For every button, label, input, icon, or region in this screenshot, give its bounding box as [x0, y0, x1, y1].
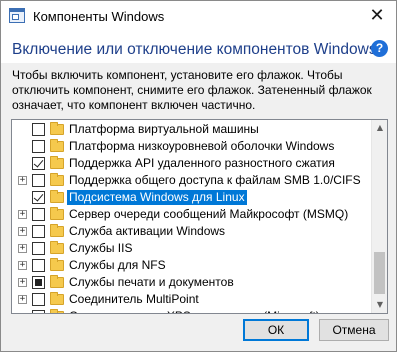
feature-row[interactable]: Средство записи XPS-документов (Microsof… — [12, 308, 373, 313]
expand-icon[interactable]: + — [18, 176, 27, 185]
folder-icon — [50, 156, 64, 169]
feature-row[interactable]: + Службы IIS — [12, 240, 373, 257]
scroll-up-icon[interactable]: ▲ — [372, 120, 387, 136]
feature-checkbox[interactable] — [32, 276, 45, 289]
folder-icon — [50, 190, 64, 203]
folder-icon — [50, 139, 64, 152]
windows-features-icon — [9, 8, 25, 23]
feature-checkbox[interactable] — [32, 225, 45, 238]
expand-icon[interactable]: + — [18, 227, 27, 236]
feature-row[interactable]: Платформа виртуальной машины — [12, 121, 373, 138]
close-icon[interactable]: ✕ — [366, 5, 388, 27]
expand-icon[interactable]: + — [18, 278, 27, 287]
help-icon[interactable]: ? — [371, 40, 388, 57]
dialog-heading: Включение или отключение компонентов Win… — [12, 41, 377, 58]
feature-label: Службы IIS — [69, 241, 133, 255]
feature-row[interactable]: + Службы для NFS — [12, 257, 373, 274]
feature-label: Служба активации Windows — [69, 224, 226, 238]
window-title: Компоненты Windows — [33, 9, 165, 24]
feature-checkbox[interactable] — [32, 157, 45, 170]
cancel-button[interactable]: Отмена — [319, 319, 389, 341]
folder-icon — [50, 173, 64, 186]
feature-label: Сервер очереди сообщений Майкрософт (MSM… — [69, 207, 349, 221]
feature-row[interactable]: + Сервер очереди сообщений Майкрософт (MS… — [12, 206, 373, 223]
vertical-scrollbar[interactable]: ▲ ▼ — [371, 120, 387, 313]
scroll-down-icon[interactable]: ▼ — [372, 297, 387, 313]
feature-label: Соединитель MultiPoint — [69, 292, 199, 306]
feature-row[interactable]: + Служба активации Windows — [12, 223, 373, 240]
folder-icon — [50, 292, 64, 305]
feature-checkbox[interactable] — [32, 174, 45, 187]
feature-row[interactable]: Поддержка API удаленного разностного сжа… — [12, 155, 373, 172]
feature-row[interactable]: Подсистема Windows для Linux — [12, 189, 373, 206]
folder-icon — [50, 258, 64, 271]
feature-label: Платформа низкоуровневой оболочки Window… — [69, 139, 335, 153]
folder-icon — [50, 207, 64, 220]
folder-icon — [50, 122, 64, 135]
feature-checkbox[interactable] — [32, 242, 45, 255]
dialog-header: Включение или отключение компонентов Win… — [1, 31, 396, 63]
feature-label: Подсистема Windows для Linux — [67, 190, 247, 205]
feature-checkbox[interactable] — [32, 259, 45, 272]
feature-checkbox[interactable] — [32, 293, 45, 306]
feature-checkbox[interactable] — [32, 140, 45, 153]
feature-row[interactable]: + Поддержка общего доступа к файлам SMB 1… — [12, 172, 373, 189]
folder-icon — [50, 224, 64, 237]
expand-icon[interactable]: + — [18, 210, 27, 219]
folder-icon — [50, 241, 64, 254]
instructions-text: Чтобы включить компонент, установите его… — [12, 68, 372, 112]
expand-icon[interactable]: + — [18, 244, 27, 253]
feature-checkbox[interactable] — [32, 191, 45, 204]
feature-row[interactable]: Платформа низкоуровневой оболочки Window… — [12, 138, 373, 155]
feature-label: Платформа виртуальной машины — [69, 122, 259, 136]
windows-features-dialog: Компоненты Windows ✕ Включение или отклю… — [0, 0, 397, 352]
feature-checkbox[interactable] — [32, 123, 45, 136]
feature-checkbox[interactable] — [32, 208, 45, 221]
feature-label: Службы печати и документов — [69, 275, 234, 289]
ok-button[interactable]: ОК — [243, 319, 309, 341]
expand-icon[interactable]: + — [18, 295, 27, 304]
expand-icon[interactable]: + — [18, 261, 27, 270]
folder-icon — [50, 309, 64, 313]
feature-label: Поддержка API удаленного разностного сжа… — [69, 156, 335, 170]
features-tree[interactable]: Платформа виртуальной машины Платформа ни… — [11, 119, 388, 314]
feature-row[interactable]: + Службы печати и документов — [12, 274, 373, 291]
feature-checkbox[interactable] — [32, 310, 45, 313]
scrollbar-thumb[interactable] — [374, 252, 385, 294]
feature-row[interactable]: + Соединитель MultiPoint — [12, 291, 373, 308]
feature-label: Поддержка общего доступа к файлам SMB 1.… — [69, 173, 361, 187]
feature-label: Средство записи XPS-документов (Microsof… — [69, 309, 320, 313]
folder-icon — [50, 275, 64, 288]
title-bar: Компоненты Windows ✕ — [1, 1, 396, 31]
feature-label: Службы для NFS — [69, 258, 166, 272]
